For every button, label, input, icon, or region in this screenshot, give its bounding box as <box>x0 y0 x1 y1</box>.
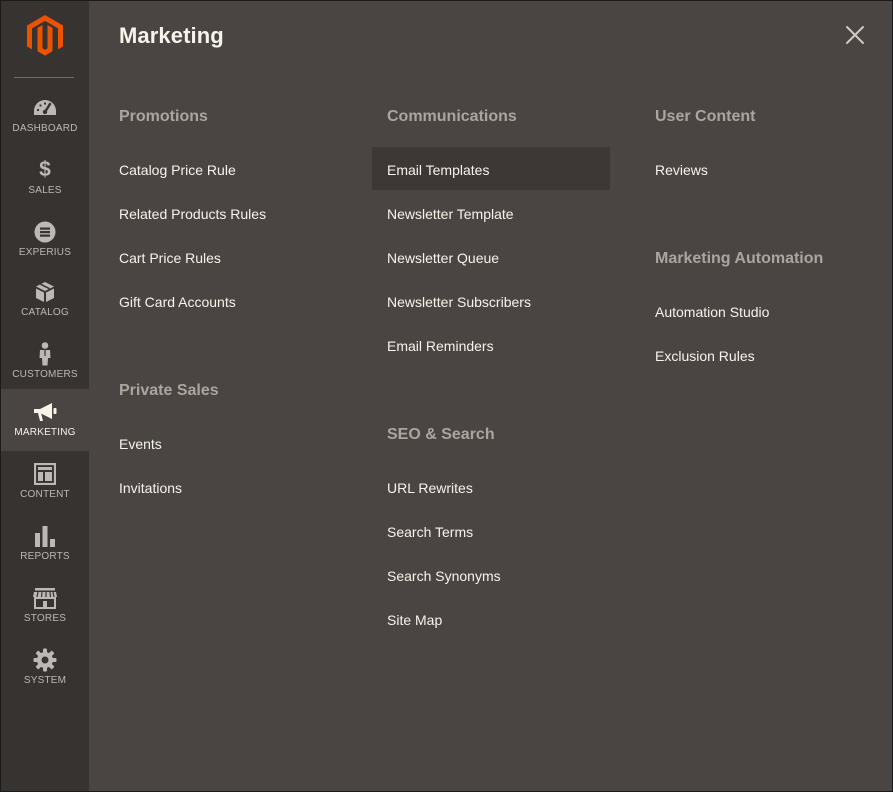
dashboard-gauge-icon <box>32 97 58 119</box>
section-title-communications: Communications <box>387 108 517 125</box>
menu-item-invitations[interactable]: Invitations <box>119 480 182 496</box>
sidebar-item-label: CONTENT <box>20 489 70 500</box>
menu-item-email-templates[interactable]: Email Templates <box>372 147 610 190</box>
panel-title: Marketing <box>119 23 224 48</box>
menu-item-email-reminders[interactable]: Email Reminders <box>387 338 494 354</box>
section-title-marketing-automation: Marketing Automation <box>655 250 824 267</box>
sidebar-item-label: DASHBOARD <box>12 123 78 134</box>
menu-item-search-terms[interactable]: Search Terms <box>387 524 473 540</box>
sidebar-item-marketing[interactable]: MARKETING <box>1 389 89 451</box>
sidebar-item-experius[interactable]: EXPERIUS <box>1 209 89 271</box>
magento-logo-icon[interactable] <box>1 11 89 61</box>
menu-item-related-products-rules[interactable]: Related Products Rules <box>119 206 266 222</box>
menu-item-exclusion-rules[interactable]: Exclusion Rules <box>655 348 755 364</box>
sidebar-item-label: STORES <box>23 613 67 624</box>
person-icon <box>32 342 58 366</box>
sidebar-item-label: CUSTOMERS <box>12 369 78 380</box>
sidebar-item-label: CATALOG <box>21 307 69 318</box>
menu-item-events[interactable]: Events <box>119 436 162 452</box>
sidebar-item-content[interactable]: CONTENT <box>1 451 89 513</box>
box-icon <box>32 281 58 303</box>
menu-item-label: Email Templates <box>387 162 490 178</box>
gear-icon <box>32 648 58 672</box>
bar-chart-icon <box>32 525 58 547</box>
sidebar-item-customers[interactable]: CUSTOMERS <box>1 331 89 393</box>
close-icon <box>846 26 864 44</box>
menu-item-gift-card-accounts[interactable]: Gift Card Accounts <box>119 294 236 310</box>
sidebar-divider <box>14 77 74 78</box>
sidebar-item-label: EXPERIUS <box>18 247 72 258</box>
sidebar-item-system[interactable]: SYSTEM <box>1 637 89 699</box>
sidebar-item-stores[interactable]: STORES <box>1 575 89 637</box>
layout-icon <box>32 463 58 485</box>
sidebar-item-label: SYSTEM <box>23 675 67 686</box>
menu-item-site-map[interactable]: Site Map <box>387 612 442 628</box>
dollar-icon: $ <box>39 158 51 181</box>
menu-item-automation-studio[interactable]: Automation Studio <box>655 304 769 320</box>
menu-item-search-synonyms[interactable]: Search Synonyms <box>387 568 501 584</box>
sidebar-item-label: MARKETING <box>14 427 76 438</box>
menu-item-newsletter-subscribers[interactable]: Newsletter Subscribers <box>387 294 531 310</box>
admin-sidebar: DASHBOARD $ SALES EXPERIUS CATALOG CUSTO… <box>1 1 89 791</box>
menu-item-url-rewrites[interactable]: URL Rewrites <box>387 480 473 496</box>
menu-item-cart-price-rules[interactable]: Cart Price Rules <box>119 250 221 266</box>
admin-app: DASHBOARD $ SALES EXPERIUS CATALOG CUSTO… <box>0 0 893 792</box>
sidebar-item-dashboard[interactable]: DASHBOARD <box>1 85 89 147</box>
sidebar-item-label: SALES <box>28 185 62 196</box>
section-title-private-sales: Private Sales <box>119 382 219 399</box>
sidebar-item-catalog[interactable]: CATALOG <box>1 269 89 331</box>
section-title-promotions: Promotions <box>119 108 208 125</box>
section-title-seo-search: SEO & Search <box>387 426 495 443</box>
section-title-user-content: User Content <box>655 108 756 125</box>
sidebar-item-reports[interactable]: REPORTS <box>1 513 89 575</box>
sidebar-item-sales[interactable]: $ SALES <box>1 147 89 209</box>
storefront-icon <box>32 587 58 609</box>
menu-item-newsletter-template[interactable]: Newsletter Template <box>387 206 514 222</box>
experius-icon <box>32 221 58 243</box>
megaphone-icon <box>32 401 58 423</box>
menu-item-catalog-price-rule[interactable]: Catalog Price Rule <box>119 162 236 178</box>
menu-item-reviews[interactable]: Reviews <box>655 162 708 178</box>
close-button[interactable] <box>842 22 868 48</box>
sidebar-item-label: REPORTS <box>20 551 70 562</box>
menu-item-newsletter-queue[interactable]: Newsletter Queue <box>387 250 499 266</box>
